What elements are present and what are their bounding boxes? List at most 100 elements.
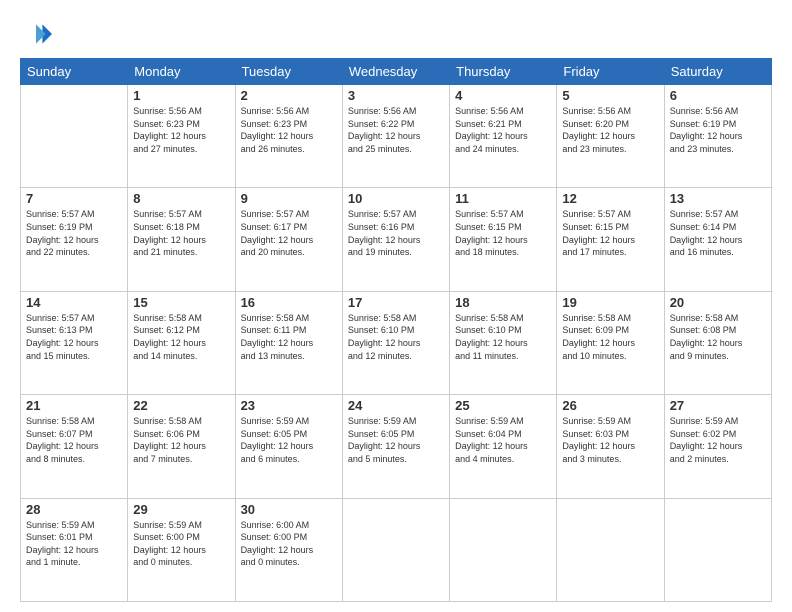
week-row-1: 1 Sunrise: 5:56 AM Sunset: 6:23 PM Daylig… <box>21 85 772 188</box>
day-number: 26 <box>562 398 658 413</box>
day-cell: 4 Sunrise: 5:56 AM Sunset: 6:21 PM Daylig… <box>450 85 557 188</box>
day-number: 13 <box>670 191 766 206</box>
day-details: Sunrise: 5:59 AM Sunset: 6:00 PM Dayligh… <box>133 519 229 569</box>
day-number: 11 <box>455 191 551 206</box>
day-cell: 27Sunrise: 5:59 AM Sunset: 6:02 PM Dayli… <box>664 395 771 498</box>
day-cell: 10 Sunrise: 5:57 AM Sunset: 6:16 PM Dayli… <box>342 188 449 291</box>
day-details: Sunrise: 5:57 AM Sunset: 6:14 PM Dayligh… <box>670 208 766 258</box>
day-details: Sunrise: 5:58 AM Sunset: 6:10 PM Dayligh… <box>348 312 444 362</box>
day-details: Sunrise: 5:59 AM Sunset: 6:02 PM Dayligh… <box>670 415 766 465</box>
day-number: 16 <box>241 295 337 310</box>
day-details: Sunrise: 5:57 AM Sunset: 6:18 PM Dayligh… <box>133 208 229 258</box>
day-number: 3 <box>348 88 444 103</box>
day-details: Sunrise: 5:58 AM Sunset: 6:09 PM Dayligh… <box>562 312 658 362</box>
day-details: Sunrise: 5:58 AM Sunset: 6:10 PM Dayligh… <box>455 312 551 362</box>
day-details: Sunrise: 5:58 AM Sunset: 6:08 PM Dayligh… <box>670 312 766 362</box>
day-details: Sunrise: 5:56 AM Sunset: 6:19 PM Dayligh… <box>670 105 766 155</box>
day-number: 8 <box>133 191 229 206</box>
day-cell: 7Sunrise: 5:57 AM Sunset: 6:19 PM Daylig… <box>21 188 128 291</box>
day-cell: 22 Sunrise: 5:58 AM Sunset: 6:06 PM Dayli… <box>128 395 235 498</box>
day-cell: 1 Sunrise: 5:56 AM Sunset: 6:23 PM Daylig… <box>128 85 235 188</box>
col-header-sunday: Sunday <box>21 59 128 85</box>
day-number: 21 <box>26 398 122 413</box>
day-details: Sunrise: 5:56 AM Sunset: 6:23 PM Dayligh… <box>133 105 229 155</box>
day-cell: 21 Sunrise: 5:58 AM Sunset: 6:07 PM Dayli… <box>21 395 128 498</box>
page: SundayMondayTuesdayWednesdayThursdayFrid… <box>0 0 792 612</box>
day-details: Sunrise: 5:59 AM Sunset: 6:05 PM Dayligh… <box>348 415 444 465</box>
day-details: Sunrise: 5:58 AM Sunset: 6:11 PM Dayligh… <box>241 312 337 362</box>
day-cell: 16 Sunrise: 5:58 AM Sunset: 6:11 PM Dayli… <box>235 291 342 394</box>
day-details: Sunrise: 5:58 AM Sunset: 6:06 PM Dayligh… <box>133 415 229 465</box>
day-details: Sunrise: 5:56 AM Sunset: 6:23 PM Dayligh… <box>241 105 337 155</box>
day-cell: 11 Sunrise: 5:57 AM Sunset: 6:15 PM Dayli… <box>450 188 557 291</box>
day-cell: 17 Sunrise: 5:58 AM Sunset: 6:10 PM Dayli… <box>342 291 449 394</box>
week-row-2: 7Sunrise: 5:57 AM Sunset: 6:19 PM Daylig… <box>21 188 772 291</box>
day-number: 12 <box>562 191 658 206</box>
col-header-wednesday: Wednesday <box>342 59 449 85</box>
day-cell: 13 Sunrise: 5:57 AM Sunset: 6:14 PM Dayli… <box>664 188 771 291</box>
day-number: 10 <box>348 191 444 206</box>
col-header-thursday: Thursday <box>450 59 557 85</box>
col-header-monday: Monday <box>128 59 235 85</box>
col-header-tuesday: Tuesday <box>235 59 342 85</box>
day-details: Sunrise: 5:56 AM Sunset: 6:21 PM Dayligh… <box>455 105 551 155</box>
day-cell: 14 Sunrise: 5:57 AM Sunset: 6:13 PM Dayli… <box>21 291 128 394</box>
logo <box>20 18 56 50</box>
day-number: 4 <box>455 88 551 103</box>
day-number: 1 <box>133 88 229 103</box>
day-details: Sunrise: 5:59 AM Sunset: 6:01 PM Dayligh… <box>26 519 122 569</box>
col-header-friday: Friday <box>557 59 664 85</box>
day-cell: 6Sunrise: 5:56 AM Sunset: 6:19 PM Daylig… <box>664 85 771 188</box>
day-number: 29 <box>133 502 229 517</box>
day-cell: 26 Sunrise: 5:59 AM Sunset: 6:03 PM Dayli… <box>557 395 664 498</box>
day-cell: 28Sunrise: 5:59 AM Sunset: 6:01 PM Dayli… <box>21 498 128 601</box>
day-cell <box>557 498 664 601</box>
day-number: 15 <box>133 295 229 310</box>
day-details: Sunrise: 5:58 AM Sunset: 6:12 PM Dayligh… <box>133 312 229 362</box>
day-cell: 8 Sunrise: 5:57 AM Sunset: 6:18 PM Daylig… <box>128 188 235 291</box>
day-number: 5 <box>562 88 658 103</box>
day-details: Sunrise: 5:57 AM Sunset: 6:13 PM Dayligh… <box>26 312 122 362</box>
day-cell: 24 Sunrise: 5:59 AM Sunset: 6:05 PM Dayli… <box>342 395 449 498</box>
day-details: Sunrise: 6:00 AM Sunset: 6:00 PM Dayligh… <box>241 519 337 569</box>
day-details: Sunrise: 5:59 AM Sunset: 6:04 PM Dayligh… <box>455 415 551 465</box>
day-number: 23 <box>241 398 337 413</box>
day-details: Sunrise: 5:58 AM Sunset: 6:07 PM Dayligh… <box>26 415 122 465</box>
day-number: 18 <box>455 295 551 310</box>
day-cell: 29 Sunrise: 5:59 AM Sunset: 6:00 PM Dayli… <box>128 498 235 601</box>
week-row-4: 21 Sunrise: 5:58 AM Sunset: 6:07 PM Dayli… <box>21 395 772 498</box>
day-details: Sunrise: 5:59 AM Sunset: 6:03 PM Dayligh… <box>562 415 658 465</box>
col-header-saturday: Saturday <box>664 59 771 85</box>
day-cell: 3 Sunrise: 5:56 AM Sunset: 6:22 PM Daylig… <box>342 85 449 188</box>
day-number: 14 <box>26 295 122 310</box>
day-number: 19 <box>562 295 658 310</box>
day-cell <box>342 498 449 601</box>
day-number: 25 <box>455 398 551 413</box>
day-details: Sunrise: 5:59 AM Sunset: 6:05 PM Dayligh… <box>241 415 337 465</box>
week-row-3: 14 Sunrise: 5:57 AM Sunset: 6:13 PM Dayli… <box>21 291 772 394</box>
day-cell: 2Sunrise: 5:56 AM Sunset: 6:23 PM Daylig… <box>235 85 342 188</box>
day-details: Sunrise: 5:57 AM Sunset: 6:15 PM Dayligh… <box>455 208 551 258</box>
day-cell: 19 Sunrise: 5:58 AM Sunset: 6:09 PM Dayli… <box>557 291 664 394</box>
day-details: Sunrise: 5:56 AM Sunset: 6:22 PM Dayligh… <box>348 105 444 155</box>
day-cell: 18 Sunrise: 5:58 AM Sunset: 6:10 PM Dayli… <box>450 291 557 394</box>
day-details: Sunrise: 5:56 AM Sunset: 6:20 PM Dayligh… <box>562 105 658 155</box>
calendar-table: SundayMondayTuesdayWednesdayThursdayFrid… <box>20 58 772 602</box>
header-row: SundayMondayTuesdayWednesdayThursdayFrid… <box>21 59 772 85</box>
day-cell <box>450 498 557 601</box>
day-cell: 23 Sunrise: 5:59 AM Sunset: 6:05 PM Dayli… <box>235 395 342 498</box>
day-details: Sunrise: 5:57 AM Sunset: 6:17 PM Dayligh… <box>241 208 337 258</box>
day-number: 7 <box>26 191 122 206</box>
day-details: Sunrise: 5:57 AM Sunset: 6:16 PM Dayligh… <box>348 208 444 258</box>
day-cell: 30 Sunrise: 6:00 AM Sunset: 6:00 PM Dayli… <box>235 498 342 601</box>
day-number: 30 <box>241 502 337 517</box>
day-number: 9 <box>241 191 337 206</box>
day-number: 24 <box>348 398 444 413</box>
day-cell: 5 Sunrise: 5:56 AM Sunset: 6:20 PM Daylig… <box>557 85 664 188</box>
day-number: 20 <box>670 295 766 310</box>
logo-icon <box>20 18 52 50</box>
day-cell <box>664 498 771 601</box>
day-number: 22 <box>133 398 229 413</box>
day-number: 17 <box>348 295 444 310</box>
day-cell: 15 Sunrise: 5:58 AM Sunset: 6:12 PM Dayli… <box>128 291 235 394</box>
